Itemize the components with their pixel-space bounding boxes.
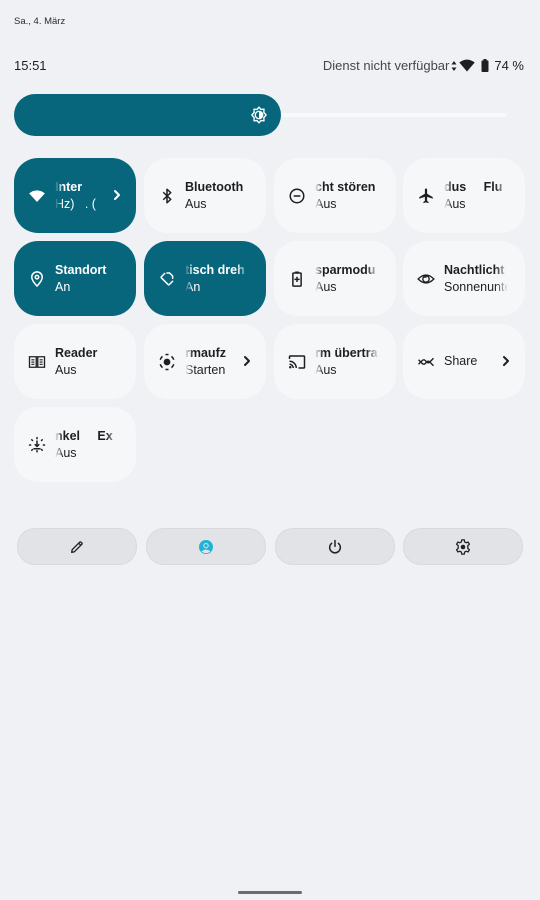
tile-night-light[interactable]: Nachtlicht Sonnenunte xyxy=(403,241,525,316)
tile-label: sparmodu xyxy=(315,263,376,277)
tile-state: Aus xyxy=(185,197,207,211)
tile-reader[interactable]: Reader Aus xyxy=(14,324,136,399)
tile-label: Nachtlicht xyxy=(444,263,505,277)
reader-icon xyxy=(28,356,46,368)
settings-button[interactable] xyxy=(403,528,523,565)
bluetooth-icon xyxy=(162,188,172,204)
tile-do-not-disturb[interactable]: cht stören Aus xyxy=(274,158,396,233)
user-button[interactable] xyxy=(146,528,266,565)
battery-percent: 74 % xyxy=(494,58,524,73)
tile-state: Sonnenunte xyxy=(444,280,508,294)
tile-state: Aus xyxy=(55,446,77,460)
tile-text: rmaufz Starten xyxy=(185,345,245,379)
tile-text: Reader Aus xyxy=(55,345,119,379)
tile-state: Aus xyxy=(315,363,337,377)
tile-text: Bluetooth Aus xyxy=(185,179,249,213)
chevron-right-icon[interactable] xyxy=(501,354,511,368)
tile-text: Nachtlicht Sonnenunte xyxy=(444,262,508,296)
battery-saver-icon xyxy=(292,271,302,287)
wifi-icon xyxy=(459,59,476,72)
cast-icon xyxy=(288,355,306,369)
tile-bluetooth[interactable]: Bluetooth Aus xyxy=(144,158,266,233)
tile-state: Aus xyxy=(444,197,466,211)
do-not-disturb-icon xyxy=(289,188,305,204)
chevron-right-icon[interactable] xyxy=(112,188,122,202)
tile-state: Aus xyxy=(315,197,337,211)
edit-button[interactable] xyxy=(17,528,137,565)
tile-extra-dim[interactable]: nkel Ex Aus xyxy=(14,407,136,482)
tile-label: cht stören xyxy=(315,180,376,194)
extra-dim-icon xyxy=(28,436,46,453)
airplane-icon xyxy=(419,188,433,204)
tile-text: cht stören Aus xyxy=(315,179,379,213)
tile-text: Share xyxy=(444,353,504,370)
tile-state: An xyxy=(185,280,201,294)
screen-record-icon xyxy=(159,353,175,371)
brightness-slider[interactable] xyxy=(14,94,506,136)
navigation-handle[interactable] xyxy=(238,891,302,894)
tile-text: rm übertra Aus xyxy=(315,345,379,379)
tile-screen-record[interactable]: rmaufz Starten xyxy=(144,324,266,399)
tile-battery-saver[interactable]: sparmodu Aus xyxy=(274,241,396,316)
tile-label: Reader xyxy=(55,346,98,360)
tile-text: tisch dreh An xyxy=(185,262,249,296)
status-bar: Dienst nicht verfügbar 74 % xyxy=(323,58,524,73)
tile-nearby-share[interactable]: Share xyxy=(403,324,525,399)
brightness-fill[interactable] xyxy=(14,94,281,136)
tile-state: Aus xyxy=(55,363,77,377)
user-icon xyxy=(199,539,213,554)
tile-label: dus Flu xyxy=(444,180,503,194)
pencil-icon xyxy=(71,540,83,553)
date-label: Sa., 4. März xyxy=(14,16,66,27)
tile-state: Aus xyxy=(315,280,337,294)
power-icon xyxy=(329,539,341,554)
tile-internet[interactable]: Inter Hz) . ( xyxy=(14,158,136,233)
power-button[interactable] xyxy=(275,528,395,565)
gear-icon xyxy=(455,538,471,555)
rotate-icon xyxy=(160,272,174,286)
tile-text: dus Flu Aus xyxy=(444,179,508,213)
tile-auto-rotate[interactable]: tisch dreh An xyxy=(144,241,266,316)
tile-label: Standort xyxy=(55,263,107,277)
wifi-icon xyxy=(29,190,45,202)
network-status: Dienst nicht verfügbar xyxy=(322,58,450,73)
tile-state: Starten xyxy=(185,363,226,377)
tile-label: Inter xyxy=(55,180,83,194)
nearby-share-icon xyxy=(418,357,434,367)
tile-text: Inter Hz) . ( xyxy=(55,179,115,213)
tile-screen-cast[interactable]: rm übertra Aus xyxy=(274,324,396,399)
brightness-icon xyxy=(251,106,267,124)
eye-icon xyxy=(417,274,435,284)
tile-label: tisch dreh xyxy=(185,263,245,277)
clock[interactable]: 15:51 xyxy=(14,58,47,73)
tile-text: nkel Ex Aus xyxy=(55,428,119,462)
tile-label: nkel Ex xyxy=(55,429,113,443)
battery-icon xyxy=(481,59,489,72)
tile-label: rmaufz xyxy=(185,346,226,360)
tile-text: sparmodu Aus xyxy=(315,262,379,296)
tile-label: rm übertra xyxy=(315,346,378,360)
tile-text: Standort An xyxy=(55,262,119,296)
tile-location[interactable]: Standort An xyxy=(14,241,136,316)
tile-airplane-mode[interactable]: dus Flu Aus xyxy=(403,158,525,233)
data-arrows-icon xyxy=(451,60,457,71)
tile-state: Hz) . ( xyxy=(55,197,96,211)
location-pin-icon xyxy=(31,271,43,287)
tile-state: An xyxy=(55,280,71,294)
tile-label: Bluetooth xyxy=(185,180,244,194)
chevron-right-icon[interactable] xyxy=(242,354,252,368)
tile-label: Share xyxy=(444,354,478,368)
